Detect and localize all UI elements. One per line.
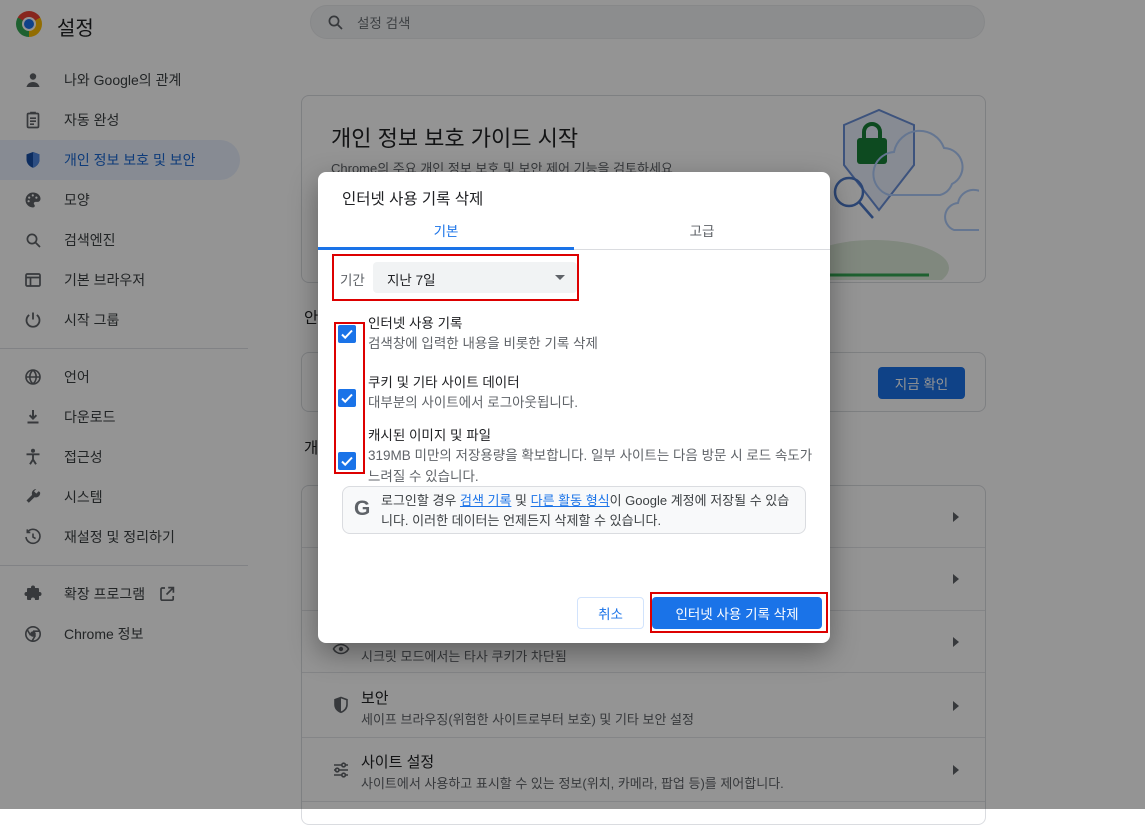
check-icon — [339, 326, 355, 342]
note-text: 로그인할 경우 검색 기록 및 다른 활동 형식이 Google 계정에 저장될… — [381, 491, 793, 531]
dialog-title: 인터넷 사용 기록 삭제 — [342, 187, 483, 209]
checkbox-title: 캐시된 이미지 및 파일 — [368, 424, 491, 444]
checkbox-title: 쿠키 및 기타 사이트 데이터 — [368, 371, 520, 391]
clear-data-button[interactable]: 인터넷 사용 기록 삭제 — [652, 597, 822, 629]
tab-basic[interactable]: 기본 — [318, 220, 574, 250]
note-prefix: 로그인할 경우 — [381, 493, 460, 508]
other-activity-link[interactable]: 다른 활동 형식 — [531, 493, 610, 508]
checkbox-subtitle: 검색창에 입력한 내용을 비롯한 기록 삭제 — [368, 333, 815, 354]
clear-browsing-data-dialog: 인터넷 사용 기록 삭제 기본 고급 기간 지난 7일 인터넷 사용 기록 검색… — [318, 172, 830, 643]
time-range-select[interactable]: 지난 7일 — [373, 262, 577, 293]
checkbox-cookies[interactable] — [338, 389, 356, 407]
dropdown-caret-icon — [555, 275, 565, 280]
note-middle: 및 — [511, 493, 530, 508]
checkbox-title: 인터넷 사용 기록 — [368, 312, 462, 332]
time-range-label: 기간 — [340, 269, 365, 289]
google-g-icon: G — [354, 497, 370, 521]
check-icon — [339, 390, 355, 406]
time-range-value: 지난 7일 — [387, 269, 436, 289]
google-account-note: G 로그인할 경우 검색 기록 및 다른 활동 형식이 Google 계정에 저… — [342, 486, 806, 534]
tab-advanced[interactable]: 고급 — [574, 220, 830, 250]
checkbox-cached-files[interactable] — [338, 452, 356, 470]
active-tab-underline — [318, 247, 574, 250]
checkbox-browsing-history[interactable] — [338, 325, 356, 343]
check-icon — [339, 453, 355, 469]
search-history-link[interactable]: 검색 기록 — [460, 493, 511, 508]
checkbox-subtitle: 대부분의 사이트에서 로그아웃됩니다. — [368, 392, 815, 413]
checkbox-subtitle: 319MB 미만의 저장용량을 확보합니다. 일부 사이트는 다음 방문 시 로… — [368, 445, 815, 487]
cancel-button[interactable]: 취소 — [577, 597, 644, 629]
